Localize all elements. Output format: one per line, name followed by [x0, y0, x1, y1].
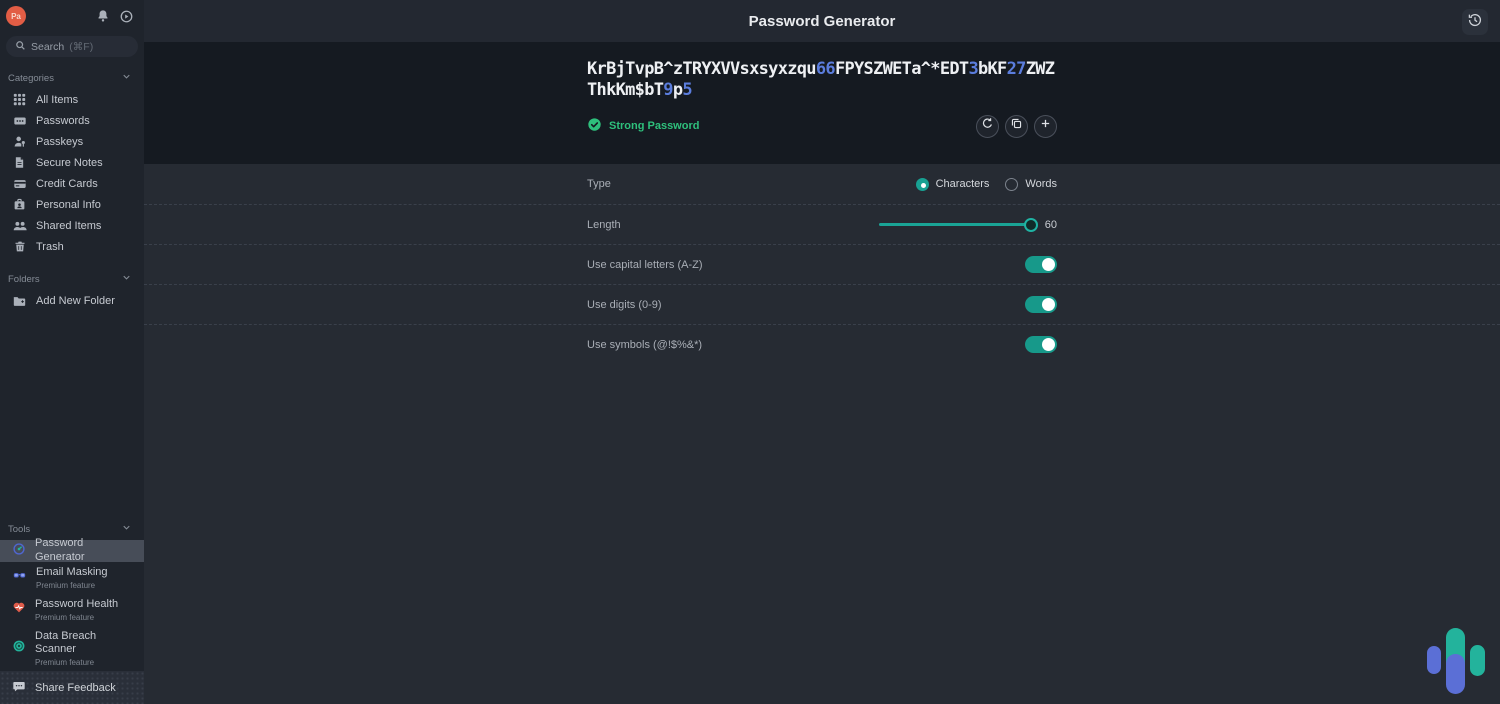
chevron-down-icon — [121, 522, 132, 536]
sidebar-item-add-new-folder[interactable]: Add New Folder — [0, 290, 144, 311]
length-value: 60 — [1045, 219, 1057, 231]
history-button[interactable] — [1462, 9, 1488, 35]
symbols-toggle[interactable] — [1025, 336, 1057, 353]
digits-row: Use digits (0-9) — [144, 284, 1500, 324]
plus-icon — [1039, 117, 1052, 135]
search-input[interactable]: Search (⌘F) — [6, 36, 138, 57]
brand-logo — [1427, 628, 1485, 694]
capital-letters-row: Use capital letters (A-Z) — [144, 244, 1500, 284]
type-radio-group: Characters Words — [916, 178, 1057, 191]
heart-pulse-icon — [12, 601, 26, 619]
chevron-down-icon — [121, 272, 132, 286]
add-button[interactable] — [1034, 115, 1057, 138]
radar-icon — [12, 639, 26, 658]
trash-icon — [12, 240, 27, 253]
radio-unselected-icon — [1005, 178, 1018, 191]
radio-words[interactable]: Words — [1005, 178, 1057, 191]
notifications-bell-icon[interactable] — [96, 9, 110, 23]
type-label: Type — [587, 178, 611, 190]
search-icon — [15, 40, 26, 54]
digits-toggle[interactable] — [1025, 296, 1057, 313]
main-header: Password Generator — [144, 0, 1500, 42]
radio-characters[interactable]: Characters — [916, 178, 990, 191]
people-icon — [12, 219, 27, 233]
length-label: Length — [587, 219, 621, 231]
sidebar-item-password-generator[interactable]: Password Generator — [0, 540, 144, 562]
sidebar-top-bar: Pa — [0, 0, 144, 30]
slider-thumb[interactable] — [1024, 218, 1038, 232]
generated-password[interactable]: KrBjTvpB^zTRYXVVsxsyxzqu66FPYSZWETa^*EDT… — [587, 59, 1057, 102]
sidebar-item-shared-items[interactable]: Shared Items — [0, 215, 144, 236]
refresh-icon — [981, 117, 994, 135]
generator-options: Type Characters Words Len — [144, 164, 1500, 364]
password-strength-badge: Strong Password — [587, 117, 699, 135]
folder-plus-icon — [12, 294, 27, 308]
password-panel: KrBjTvpB^zTRYXVVsxsyxzqu66FPYSZWETa^*EDT… — [144, 42, 1500, 164]
chevron-down-icon — [121, 71, 132, 85]
chat-bubble-icon — [12, 680, 26, 696]
search-placeholder: Search — [31, 41, 64, 53]
sidebar-item-credit-cards[interactable]: Credit Cards — [0, 173, 144, 194]
sidebar-top-icons — [96, 9, 134, 24]
app-window: Pa Search (⌘F) Categories All Item — [0, 0, 1500, 704]
history-icon — [1467, 12, 1483, 33]
avatar[interactable]: Pa — [6, 6, 26, 26]
credit-card-icon — [12, 177, 27, 191]
copy-icon — [1010, 117, 1023, 135]
password-card-icon — [12, 114, 27, 128]
mask-icon — [12, 569, 27, 587]
search-shortcut: (⌘F) — [69, 41, 93, 53]
strength-label: Strong Password — [609, 120, 699, 132]
categories-header[interactable]: Categories — [0, 67, 144, 89]
id-badge-icon — [12, 198, 27, 211]
grid-icon — [12, 93, 27, 106]
sidebar-spacer — [0, 311, 144, 518]
sidebar-item-passkeys[interactable]: Passkeys — [0, 131, 144, 152]
note-icon — [12, 156, 27, 169]
passkey-icon — [12, 135, 27, 149]
settings-icon[interactable] — [119, 9, 134, 24]
gauge-icon — [12, 542, 26, 561]
premium-feature-badge: Premium feature — [36, 581, 108, 590]
capital-letters-toggle[interactable] — [1025, 256, 1057, 273]
sidebar-item-data-breach-scanner[interactable]: Data Breach Scanner Premium feature — [0, 626, 144, 672]
premium-feature-badge: Premium feature — [35, 613, 118, 622]
share-feedback-button[interactable]: Share Feedback — [0, 671, 144, 704]
folders-header[interactable]: Folders — [0, 268, 144, 290]
copy-button[interactable] — [1005, 115, 1028, 138]
regenerate-button[interactable] — [976, 115, 999, 138]
symbols-row: Use symbols (@!$%&*) — [144, 324, 1500, 364]
length-slider[interactable] — [879, 223, 1035, 226]
sidebar-item-personal-info[interactable]: Personal Info — [0, 194, 144, 215]
page-title: Password Generator — [749, 13, 896, 30]
sidebar-item-password-health[interactable]: Password Health Premium feature — [0, 594, 144, 626]
premium-feature-badge: Premium feature — [35, 658, 132, 667]
sidebar-item-passwords[interactable]: Passwords — [0, 110, 144, 131]
length-row: Length 60 — [144, 204, 1500, 244]
password-actions — [976, 115, 1057, 138]
sidebar-item-trash[interactable]: Trash — [0, 236, 144, 257]
main-content: Password Generator KrBjTvpB^zTRYXVVsxsyx… — [144, 0, 1500, 704]
shield-check-icon — [587, 117, 602, 135]
sidebar-item-all-items[interactable]: All Items — [0, 89, 144, 110]
sidebar: Pa Search (⌘F) Categories All Item — [0, 0, 144, 704]
sidebar-item-email-masking[interactable]: Email Masking Premium feature — [0, 562, 144, 594]
sidebar-item-secure-notes[interactable]: Secure Notes — [0, 152, 144, 173]
type-row: Type Characters Words — [144, 164, 1500, 204]
radio-selected-icon — [916, 178, 929, 191]
